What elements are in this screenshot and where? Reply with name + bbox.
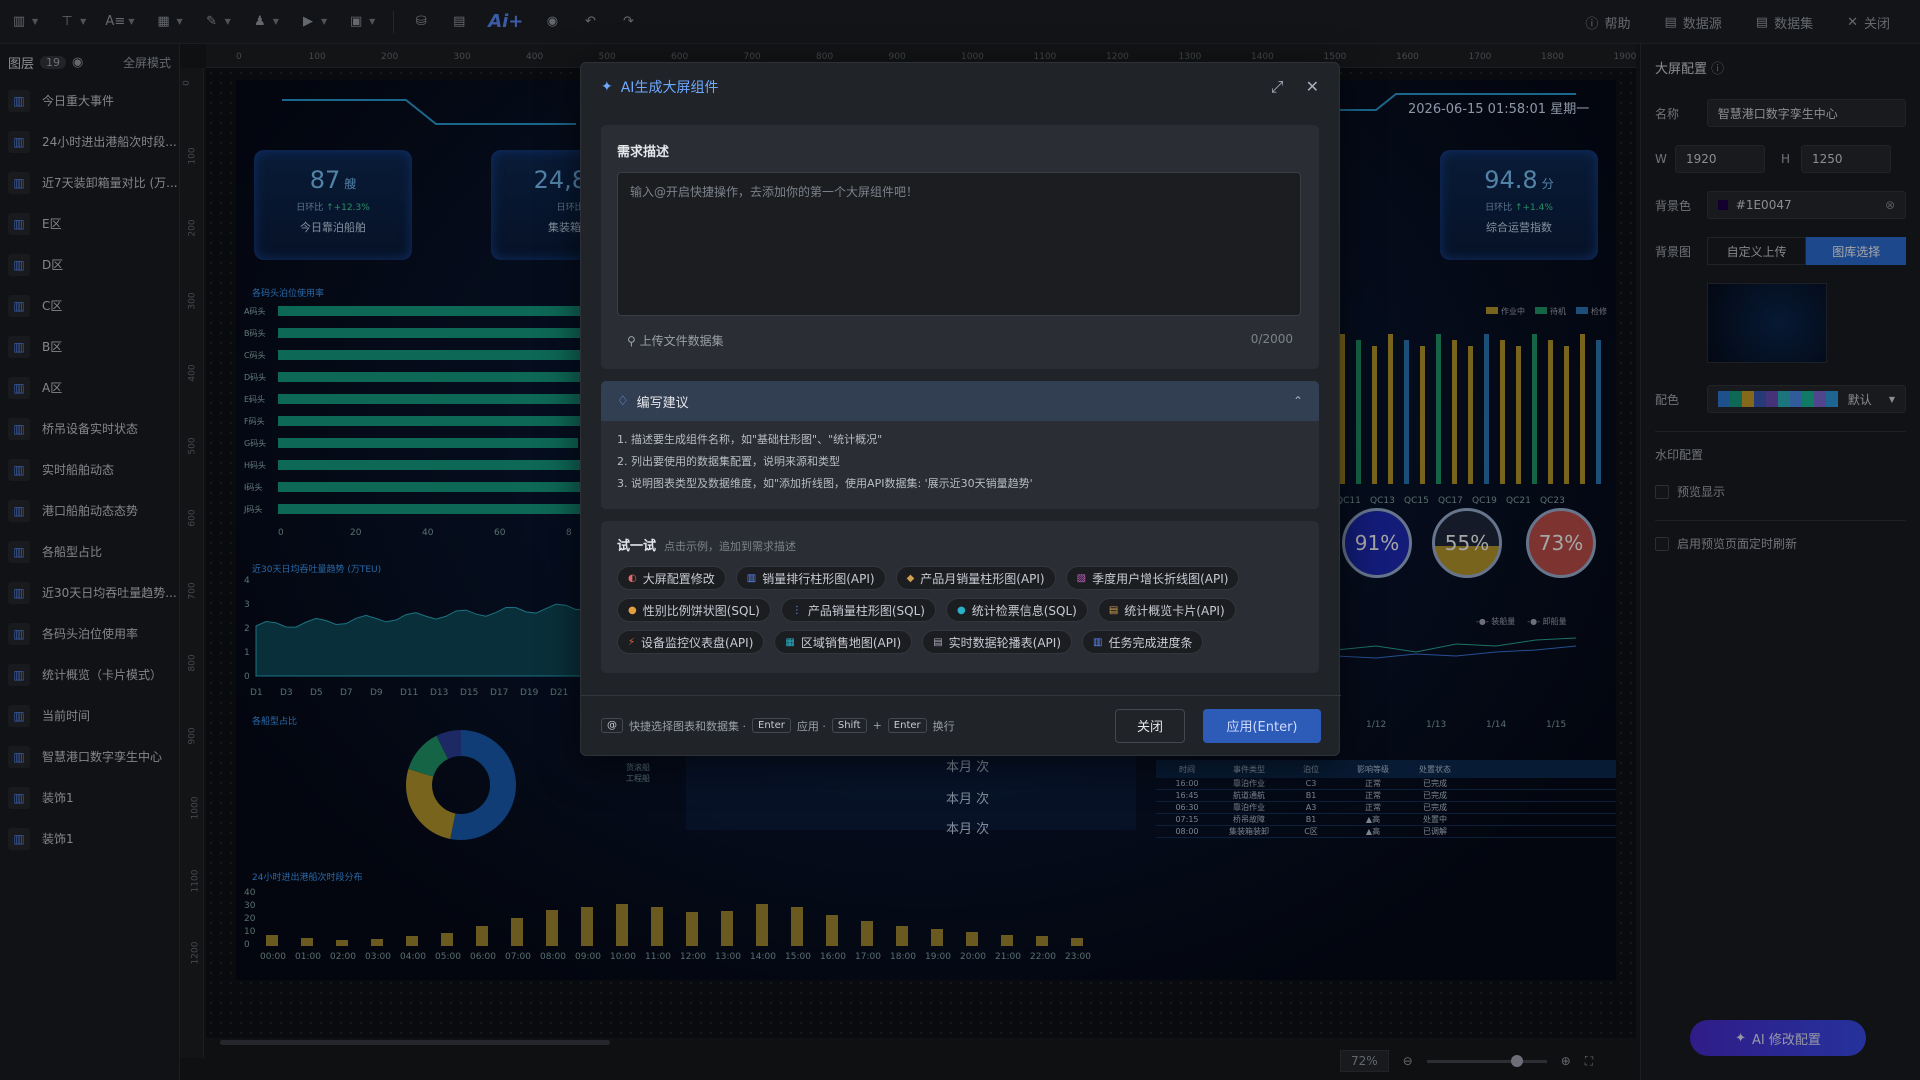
shift-key: Shift [831,718,867,733]
upload-row: ⚲ 上传文件数据集 0/2000 [617,332,1303,349]
chip-icon: ▤ [1108,604,1119,616]
sparkle-icon: ✦ [601,79,613,95]
enter-key: Enter [887,718,927,733]
char-count: 0/2000 [1250,332,1293,346]
chip-label: 实时数据轮播表(API) [948,635,1062,650]
modal-header-actions: ⤢ ✕ [1271,77,1319,97]
example-chip[interactable]: ▧ 季度用户增长折线图(API) [1065,566,1240,590]
attachment-icon: ⚲ [627,334,636,348]
modal-close-button[interactable]: 关闭 [1115,708,1185,743]
plus-sign: + [872,719,882,732]
tip-item: 1. 描述要生成组件名称，如"基础柱形图"、"统计概况" [617,433,883,446]
chip-label: 区域销售地图(API) [800,635,902,650]
chip-label: 季度用户增长折线图(API) [1092,571,1229,586]
ai-generate-modal: ✦ AI生成大屏组件 ⤢ ✕ 需求描述 输入@开启快捷操作，去添加你的第一个大屏… [580,62,1341,756]
tips-header[interactable]: ♢ 编写建议 ⌃ [601,381,1319,421]
modal-header: ✦ AI生成大屏组件 ⤢ ✕ [581,63,1339,111]
example-chip[interactable]: ◐ 大屏配置修改 [617,566,726,590]
chip-icon: ▥ [746,572,757,584]
try-header: 试一试 点击示例，追加到需求描述 [617,535,1303,554]
example-chip[interactable]: ⋮ 产品销量柱形图(SQL) [780,598,936,622]
chip-label: 大屏配置修改 [642,571,715,586]
chip-label: 性别比例饼状图(SQL) [642,603,760,618]
try-title: 试一试 [617,539,657,554]
modal-title: AI生成大屏组件 [620,80,719,96]
example-chip[interactable]: ▥ 销量排行柱形图(API) [735,566,886,590]
chip-label: 设备监控仪表盘(API) [641,635,754,650]
chip-label: 统计检票信息(SQL) [971,603,1077,618]
example-chip[interactable]: ⚡ 设备监控仪表盘(API) [617,630,765,654]
modal-footer: @ 快捷选择图表和数据集 · Enter 应用 · Shift + Enter … [581,695,1341,755]
chip-icon: ⋮ [791,604,802,616]
chip-icon: ● [628,604,637,616]
requirement-title: 需求描述 [617,145,670,160]
chip-label: 任务完成进度条 [1108,635,1193,650]
chip-label: 产品销量柱形图(SQL) [807,603,925,618]
example-chip[interactable]: ▦ 区域销售地图(API) [774,630,913,654]
footer-hint: 快捷选择图表和数据集 · [629,719,746,733]
chip-icon: ▧ [1076,572,1087,584]
modal-apply-button[interactable]: 应用(Enter) [1203,708,1321,743]
chip-label: 销量排行柱形图(API) [762,571,875,586]
example-chip[interactable]: ● 性别比例饼状图(SQL) [617,598,771,622]
chip-label: 产品月销量柱形图(API) [920,571,1045,586]
tips-section: ♢ 编写建议 ⌃ 1. 描述要生成组件名称，如"基础柱形图"、"统计概况" 2.… [601,381,1319,509]
tips-title: 编写建议 [636,395,689,411]
example-chip[interactable]: ◆ 产品月销量柱形图(API) [895,566,1056,590]
chip-icon: ▤ [933,636,943,648]
expand-icon[interactable]: ⤢ [1271,77,1284,97]
requirement-section: 需求描述 输入@开启快捷操作，去添加你的第一个大屏组件吧！ ⚲ 上传文件数据集 … [601,125,1319,369]
tips-list: 1. 描述要生成组件名称，如"基础柱形图"、"统计概况" 2. 列出要使用的数据… [601,421,1319,495]
chip-icon: ⚡ [628,636,636,648]
chevron-up-icon[interactable]: ⌃ [1293,394,1303,408]
example-chip[interactable]: ▤ 实时数据轮播表(API) [922,630,1073,654]
chip-icon: ● [956,604,966,616]
example-chip[interactable]: ▥ 任务完成进度条 [1082,630,1204,654]
try-section: 试一试 点击示例，追加到需求描述 ◐ 大屏配置修改 ▥ 销量排行柱形图(API) ◆ 产品… [601,521,1319,673]
chip-label: 统计概览卡片(API) [1124,603,1225,618]
footer-apply-word: 应用 · [796,719,826,733]
requirement-textarea[interactable]: 输入@开启快捷操作，去添加你的第一个大屏组件吧！ [617,172,1301,316]
upload-label: 上传文件数据集 [639,334,724,348]
example-chips: ◐ 大屏配置修改 ▥ 销量排行柱形图(API) ◆ 产品月销量柱形图(API) ▧ 季度用户增… [617,566,1303,654]
close-icon[interactable]: ✕ [1306,77,1319,97]
example-chip[interactable]: ● 统计检票信息(SQL) [945,598,1088,622]
footer-newline-word: 换行 [932,719,955,733]
example-chip[interactable]: ▤ 统计概览卡片(API) [1097,598,1236,622]
tip-item: 2. 列出要使用的数据集配置，说明来源和类型 [617,455,840,468]
enter-key: Enter [752,718,791,733]
chip-icon: ◐ [628,572,637,584]
chip-icon: ▥ [1093,636,1103,648]
chip-icon: ▦ [785,636,795,648]
tip-item: 3. 说明图表类型及数据维度，如"添加折线图，使用API数据集: '展示近30天… [617,477,1033,490]
upload-dataset-button[interactable]: ⚲ 上传文件数据集 [627,332,724,349]
at-key: @ [601,718,623,733]
try-subtitle: 点击示例，追加到需求描述 [664,540,797,553]
lightbulb-icon: ♢ [617,393,629,409]
chip-icon: ◆ [906,572,915,584]
